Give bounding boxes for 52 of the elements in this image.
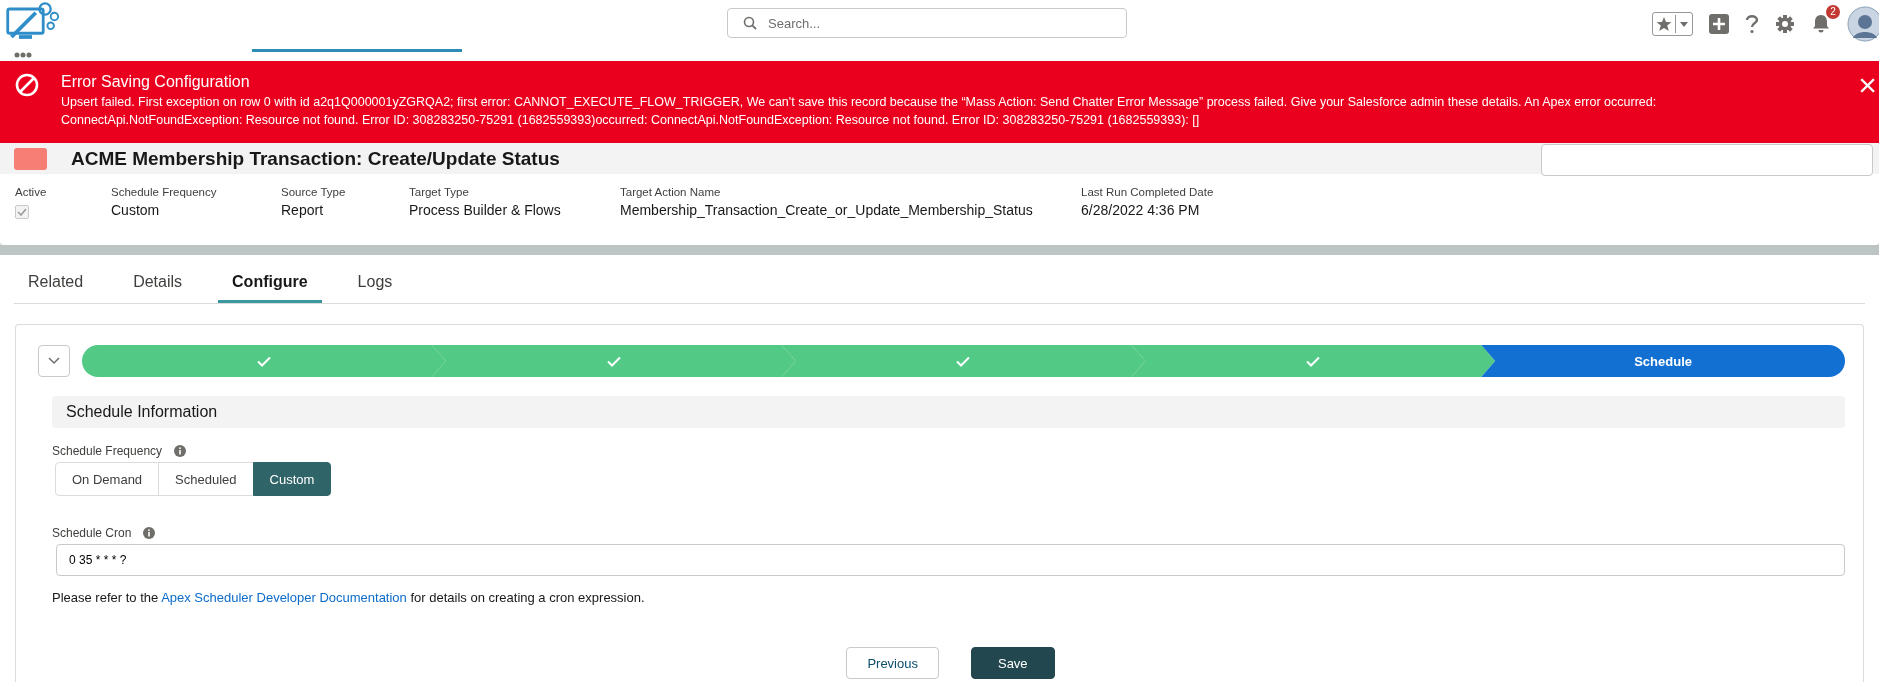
notification-badge: 2 (1826, 4, 1840, 19)
info-icon[interactable] (174, 445, 187, 457)
tab[interactable]: Logs (343, 263, 407, 303)
field-label: Schedule Frequency (111, 186, 218, 198)
check-icon (1306, 355, 1321, 367)
toast-title: Error Saving Configuration (61, 73, 251, 91)
cron-input-field[interactable]: 0 35 * * * ? (56, 544, 1845, 576)
section-header: Schedule Information (52, 396, 1845, 428)
check-icon (606, 355, 621, 367)
caret-icon (1679, 20, 1689, 28)
field-label: Active (15, 186, 48, 198)
help-text: Please refer to the Apex Scheduler Developer Documentation for details on creating a cron expression. (52, 590, 646, 605)
field-label: Target Action Name (620, 186, 722, 198)
add-icon[interactable] (1709, 14, 1729, 34)
toast-message: Upsert failed. First exception on row 0 with id a2q1Q000001yZGRQA2; first error: CANNOT_EXECUTE_FLOW_TRIGGER, We can't save this record because the “Mass Action: Send Chatter Error Message” process failed. Give your Salesforce admin these details. An Apex error occurred: ConnectApi.NotFoundException: Resource not found. Error ID: 308283250-75291 (1682559393)occurred: ConnectApi.NotFoundException: Resource not found. Error ID: 308283250-75291 (1682559393): [] (61, 94, 1658, 129)
app-launcher-icon[interactable] (14, 52, 32, 58)
field-label: Last Run Completed Date (1081, 186, 1214, 198)
path-stage[interactable]: Schedule (1481, 345, 1845, 377)
field-value: Membership_Transaction_Create_or_Update_Membership_Status (620, 202, 1034, 218)
field-value: Custom (111, 202, 161, 218)
field-label: Target Type (409, 186, 470, 198)
chevron-icon (48, 357, 60, 365)
field-label: Schedule Cron (52, 526, 132, 540)
search-field[interactable]: Search... (727, 8, 1127, 38)
save-button[interactable]: Save (970, 647, 1055, 679)
bell-icon[interactable] (1811, 12, 1831, 33)
info-icon[interactable] (143, 527, 156, 539)
tab[interactable]: Configure (218, 263, 322, 303)
field-value: 6/28/2022 4:36 PM (1081, 202, 1201, 218)
check-icon (956, 355, 971, 367)
field-value: Process Builder & Flows (409, 202, 562, 218)
field-label: Schedule Frequency (52, 444, 163, 458)
previous-button[interactable]: Previous (846, 647, 939, 679)
segment-button[interactable]: Custom (252, 462, 332, 496)
record-icon (14, 148, 47, 170)
favorites-button[interactable] (1652, 12, 1693, 36)
error-icon (15, 73, 39, 97)
help-icon[interactable] (1745, 14, 1759, 34)
star-icon (1656, 16, 1672, 32)
documentation-link[interactable]: Apex Scheduler Developer Documentation (161, 590, 407, 605)
check-icon (256, 355, 271, 367)
search-icon (743, 16, 757, 30)
tab[interactable]: Related (14, 263, 98, 303)
avatar-icon[interactable] (1847, 6, 1879, 42)
field-label: Source Type (281, 186, 347, 198)
tab[interactable]: Details (119, 263, 197, 303)
field-value: Report (281, 202, 325, 218)
segment-button[interactable]: On Demand (55, 462, 160, 496)
close-button[interactable]: × (1858, 72, 1877, 98)
settings-icon[interactable] (1775, 14, 1795, 34)
segment-button[interactable]: Scheduled (158, 462, 254, 496)
record-title: ACME Membership Transaction: Create/Update Status (71, 148, 560, 170)
